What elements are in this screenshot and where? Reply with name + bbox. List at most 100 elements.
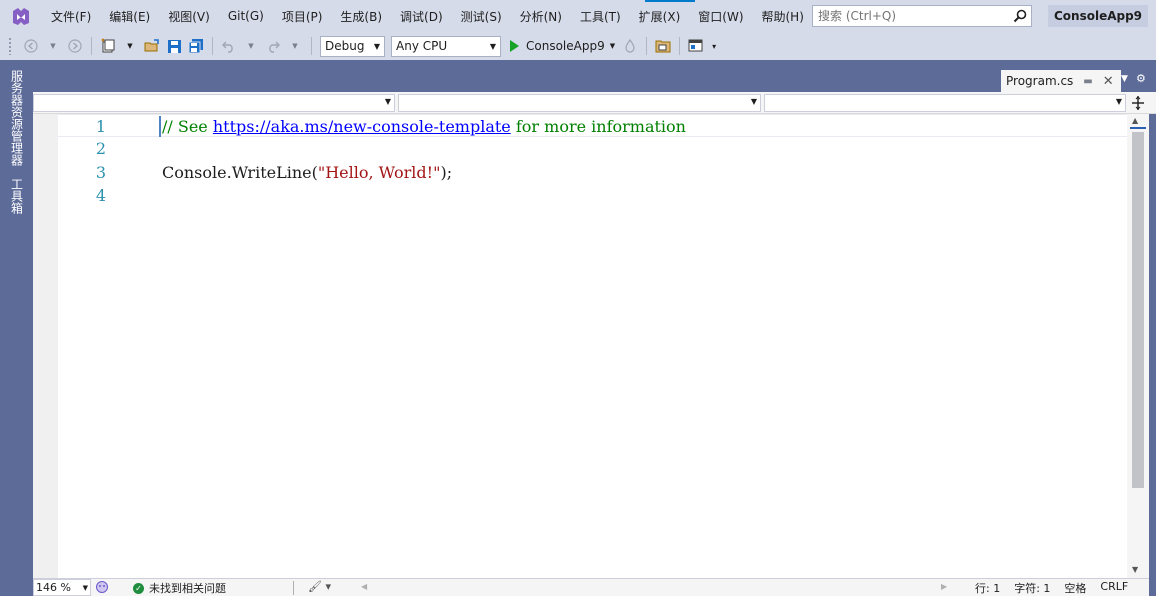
project-select[interactable]: ▼ [33, 94, 395, 112]
indicator-margin[interactable] [33, 114, 58, 578]
menu-item-9[interactable]: 工具(T) [571, 0, 630, 32]
code-editor[interactable]: 1 // See https://aka.ms/new-console-templ… [33, 114, 1127, 578]
menu-item-7[interactable]: 测试(S) [452, 0, 511, 32]
tool-window-sidebar: 服务器资源管理器 工具箱 [0, 66, 33, 596]
code-token-link[interactable]: https://aka.ms/new-console-template [213, 117, 511, 136]
window-edge [1149, 114, 1156, 596]
menu-item-10[interactable]: 扩展(X) [630, 0, 690, 32]
whitespace-indicator[interactable]: 空格 [1064, 580, 1086, 596]
scroll-down-icon[interactable]: ▼ [1132, 565, 1138, 574]
menu-item-4[interactable]: 项目(P) [273, 0, 332, 32]
copilot-icon[interactable] [95, 580, 109, 596]
menu-item-12[interactable]: 帮助(H) [753, 0, 813, 32]
search-icon[interactable] [1009, 6, 1031, 26]
member-select[interactable]: ▼ [764, 94, 1126, 112]
tab-title: Program.cs [1006, 74, 1074, 88]
menu-item-2[interactable]: 视图(V) [159, 0, 219, 32]
chevron-down-icon[interactable]: ▼ [490, 42, 496, 51]
solution-platform-select[interactable]: Any CPU ▼ [391, 35, 501, 57]
menu-item-3[interactable]: Git(G) [219, 0, 273, 32]
split-window-icon[interactable] [1128, 94, 1148, 112]
chevron-down-icon[interactable]: ▼ [44, 35, 62, 57]
chevron-down-icon[interactable]: ▼ [374, 42, 380, 51]
chevron-down-icon[interactable]: ▼ [121, 35, 139, 57]
code-text[interactable]: Console.WriteLine("Hello, World!"); [162, 161, 452, 184]
code-lines[interactable]: 1 // See https://aka.ms/new-console-templ… [58, 114, 1127, 207]
scroll-right-icon[interactable]: ▶ [941, 582, 947, 591]
type-select[interactable]: ▼ [398, 94, 761, 112]
chevron-down-icon[interactable]: ▼ [286, 35, 304, 57]
chevron-down-icon[interactable]: ▼ [83, 584, 88, 592]
solution-platform-value: Any CPU [396, 39, 448, 53]
navigation-bar: ▼ ▼ ▼ [33, 92, 1156, 114]
pin-icon[interactable]: ▬ [1083, 76, 1092, 87]
save-all-icon[interactable] [187, 35, 205, 57]
solution-name-badge[interactable]: ConsoleApp9 [1048, 5, 1148, 27]
code-line[interactable]: 2 [58, 137, 1127, 160]
code-text[interactable]: // See https://aka.ms/new-console-templa… [162, 115, 686, 138]
tab-program-cs[interactable]: Program.cs ▬ ✕ [1001, 70, 1121, 92]
undo-icon[interactable] [220, 35, 238, 57]
code-line[interactable]: 1 // See https://aka.ms/new-console-templ… [58, 114, 1127, 138]
vertical-scrollbar[interactable]: ▲ ▼ [1127, 114, 1149, 578]
code-line[interactable]: 4 [58, 184, 1127, 207]
scroll-up-icon[interactable]: ▲ [1132, 116, 1138, 125]
redo-icon[interactable] [264, 35, 282, 57]
gear-icon[interactable]: ⚙ [1136, 72, 1146, 85]
toolbar-separator [212, 37, 213, 55]
accent-line [645, 0, 695, 2]
search-box[interactable] [812, 5, 1032, 27]
chevron-down-icon[interactable]: ▼ [1121, 74, 1128, 84]
menu-item-1[interactable]: 编辑(E) [100, 0, 159, 32]
navigate-back-icon[interactable] [22, 35, 40, 57]
solution-configuration-select[interactable]: Debug ▼ [320, 35, 385, 57]
line-number: 4 [95, 185, 106, 205]
visual-studio-logo-icon[interactable] [10, 5, 32, 27]
chevron-down-icon[interactable]: ▼ [610, 42, 615, 50]
start-debugging-button[interactable]: ConsoleApp9 ▼ [510, 39, 615, 53]
code-cleanup-icon[interactable]: 🖌 ▾ [308, 580, 331, 593]
health-text: 未找到相关问题 [149, 582, 226, 595]
bottom-bar-separator [293, 581, 294, 595]
window-layout-icon[interactable] [687, 35, 705, 57]
char-indicator[interactable]: 字符: 1 [1014, 580, 1050, 596]
line-number: 3 [95, 162, 106, 182]
chevron-down-icon[interactable]: ▼ [242, 35, 260, 57]
toolbar-overflow-icon[interactable]: ▾ [705, 35, 723, 57]
server-explorer-tab[interactable]: 服务器资源管理器 [8, 70, 26, 170]
run-target-label: ConsoleApp9 [526, 39, 605, 53]
hot-reload-icon[interactable] [621, 35, 639, 57]
zoom-select[interactable]: 146 % ▼ [33, 579, 91, 596]
code-token-comment: for more information [510, 117, 686, 136]
browse-folder-icon[interactable] [654, 35, 672, 57]
scroll-left-icon[interactable]: ◀ [361, 582, 367, 591]
new-project-icon[interactable] [99, 35, 117, 57]
save-icon[interactable] [165, 35, 183, 57]
line-number: 2 [95, 139, 106, 159]
close-icon[interactable]: ✕ [1103, 74, 1114, 89]
navigate-forward-icon[interactable] [66, 35, 84, 57]
line-indicator[interactable]: 行: 1 [975, 580, 1000, 596]
toolbar-grip-icon[interactable] [8, 37, 12, 55]
play-icon [510, 40, 519, 52]
code-token-plain: Console.WriteLine( [162, 162, 318, 182]
toolbox-tab[interactable]: 工具箱 [8, 178, 26, 218]
chevron-down-icon[interactable]: ▼ [385, 97, 391, 106]
chevron-down-icon[interactable]: ▼ [1116, 97, 1122, 106]
open-file-icon[interactable] [143, 35, 161, 57]
line-ending-indicator[interactable]: CRLF [1100, 580, 1128, 596]
toolbar-separator [679, 37, 681, 55]
toolbar-separator [646, 37, 648, 55]
code-line[interactable]: 3 Console.WriteLine("Hello, World!"); [58, 161, 1127, 184]
document-health-indicator[interactable]: ✓ 未找到相关问题 [133, 580, 226, 596]
chevron-down-icon[interactable]: ▼ [751, 97, 757, 106]
menu-item-11[interactable]: 窗口(W) [689, 0, 752, 32]
scrollbar-thumb[interactable] [1132, 132, 1144, 488]
search-input[interactable] [818, 9, 1009, 23]
menu-item-0[interactable]: 文件(F) [42, 0, 100, 32]
menu-item-5[interactable]: 生成(B) [331, 0, 391, 32]
menu-item-8[interactable]: 分析(N) [511, 0, 571, 32]
outlining-indicator [159, 116, 161, 137]
zoom-value: 146 % [36, 581, 71, 594]
menu-item-6[interactable]: 调试(D) [391, 0, 452, 32]
